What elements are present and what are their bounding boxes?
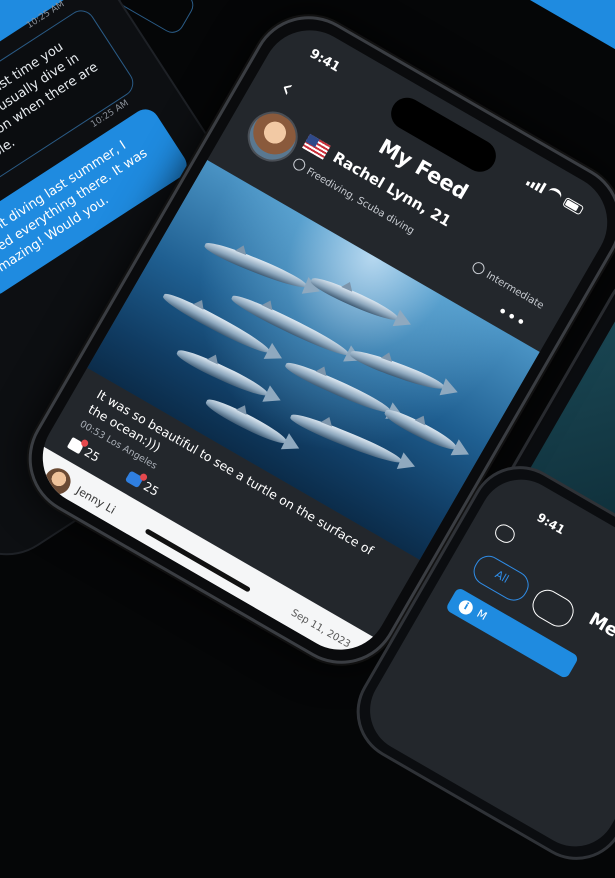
comment-count: 25	[140, 479, 162, 499]
battery-icon	[562, 196, 585, 216]
filter-button[interactable]	[527, 584, 579, 632]
meetup-status-time: 9:41	[534, 510, 568, 538]
status-time: 9:41	[306, 46, 343, 76]
fish	[382, 405, 460, 455]
fish	[202, 238, 310, 293]
send-icon[interactable]	[316, 658, 338, 668]
dive-type-icon	[291, 156, 308, 173]
status-icons	[525, 174, 585, 216]
filter-all-button[interactable]: All	[468, 550, 534, 606]
like-button[interactable]: 25	[66, 436, 102, 465]
like-count: 25	[81, 444, 103, 465]
fish	[174, 345, 271, 401]
comment-date: Sep 11, 2023	[289, 607, 353, 651]
commenter-avatar	[39, 463, 76, 499]
us-flag-icon	[302, 133, 331, 160]
comment-icon	[125, 470, 145, 489]
fish	[228, 291, 352, 361]
comment-button[interactable]: 25	[125, 470, 162, 499]
info-banner-label: M	[474, 607, 490, 624]
thumbs-up-icon	[66, 436, 85, 455]
meetup-title: MeetUp	[585, 608, 615, 666]
fish	[348, 346, 447, 395]
background-phone-tab	[505, 0, 615, 66]
chat-bubble-icon[interactable]	[492, 521, 518, 546]
wifi-icon	[545, 185, 564, 204]
fish	[160, 289, 273, 358]
author-level-text: Intermediate	[484, 269, 546, 312]
commenter-name: Jenny Li	[73, 483, 118, 517]
home-indicator	[144, 528, 251, 593]
fish	[308, 273, 402, 326]
level-icon	[470, 260, 488, 277]
info-icon: i	[456, 597, 476, 617]
signal-icon	[525, 175, 547, 194]
